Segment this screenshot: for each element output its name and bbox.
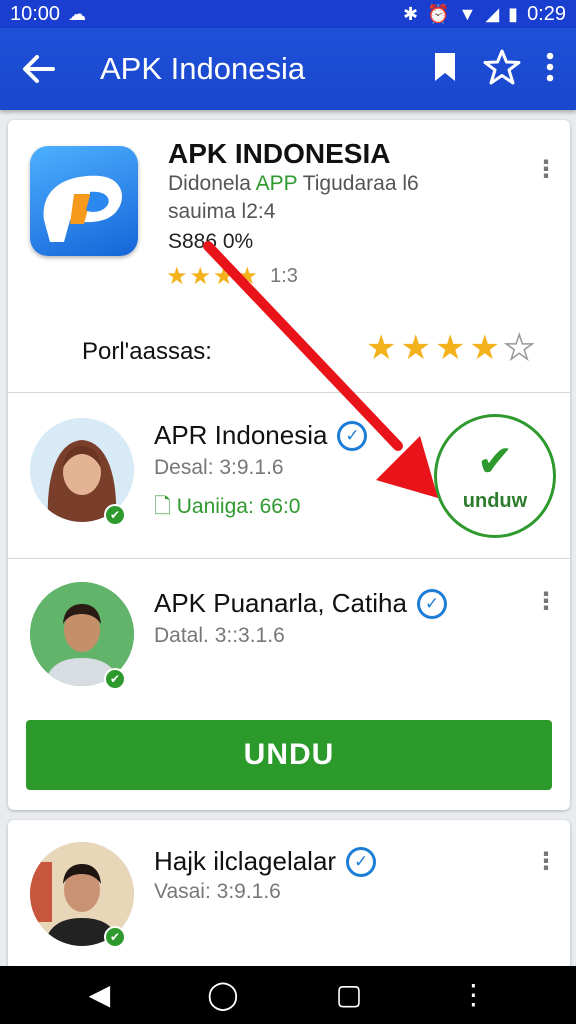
star-badge-icon[interactable] xyxy=(482,48,522,91)
star-icon: ★ xyxy=(236,263,259,290)
divider xyxy=(8,392,570,393)
verified-check-icon: ✓ xyxy=(416,588,447,619)
nav-more-icon[interactable]: ⋮ xyxy=(459,981,487,1009)
back-arrow-icon[interactable] xyxy=(0,54,76,84)
more-options-icon[interactable] xyxy=(546,52,554,87)
divider xyxy=(8,558,570,559)
star-icon[interactable]: ★ xyxy=(400,328,430,368)
app-list-card: ✔ Hajk ilclagelalar ✓ Vasai: 3:9.1.6 ⋮ xyxy=(8,820,570,970)
star-outline-icon[interactable]: ★ xyxy=(503,328,535,368)
bluetooth-icon: ✱ xyxy=(402,4,419,24)
battery-icon: ▮ xyxy=(508,4,519,24)
row-title: Hajk ilclagelalar ✓ xyxy=(154,846,377,877)
signal-icon: ◢ xyxy=(485,4,500,24)
star-icon: ★ xyxy=(166,263,188,290)
check-icon: ✔ xyxy=(476,436,514,486)
reviews-label: Porl'aassas: xyxy=(82,338,212,365)
nav-home-icon[interactable]: ◯ xyxy=(207,981,238,1009)
download-button[interactable]: UNDU xyxy=(26,720,552,790)
wifi-icon: ▼ xyxy=(458,4,477,24)
row-size: 🗋 Uaniiga: 66:0 xyxy=(154,495,301,518)
rating-count: 1:3 xyxy=(270,265,298,287)
row-meta: Desal: 3:9.1.6 xyxy=(154,456,284,479)
star-icon[interactable]: ★ xyxy=(469,328,499,368)
verified-badge-icon: ✔ xyxy=(104,926,126,948)
small-rating: ★ ★ ★ ★ 1:3 xyxy=(166,262,298,291)
verified-badge-icon: ✔ xyxy=(104,668,126,690)
status-time-right: 0:29 xyxy=(527,2,566,25)
row-menu-icon[interactable]: ⋮ xyxy=(534,590,558,614)
status-time-left: 10:00 xyxy=(10,2,61,25)
app-bar: APK Indonesia xyxy=(0,28,576,110)
card-menu-icon[interactable]: ⋮ xyxy=(534,158,558,182)
verified-check-icon: ✓ xyxy=(337,420,368,451)
app-name: APK INDONESIA xyxy=(168,138,391,169)
bookmark-icon[interactable] xyxy=(432,51,458,88)
star-icon[interactable]: ★ xyxy=(366,328,396,368)
system-nav-bar: ◀ ◯ ▢ ⋮ xyxy=(0,966,576,1024)
verified-check-icon: ✓ xyxy=(346,846,377,877)
row-title: APR Indonesia ✓ xyxy=(154,420,368,451)
notification-icon: ☁ xyxy=(68,4,87,24)
row-menu-icon[interactable]: ⋮ xyxy=(534,850,558,874)
page-title: APK Indonesia xyxy=(100,51,306,86)
verified-badge-icon: ✔ xyxy=(104,504,126,526)
star-icon[interactable]: ★ xyxy=(435,328,465,368)
app-price: S886 0% xyxy=(168,230,254,253)
big-rating[interactable]: ★ ★ ★ ★ ★ xyxy=(366,328,535,368)
star-icon: ★ xyxy=(213,263,235,290)
app-size: sauima l2:4 xyxy=(168,200,276,223)
app-subtitle: Didonela APP Tigudaraa l6 xyxy=(168,172,419,195)
download-ring-button[interactable]: ✔ unduw xyxy=(434,414,556,538)
status-bar: 10:00 ☁ ✱ ⏰ ▼ ◢ ▮ 0:29 xyxy=(0,0,576,28)
app-logo-icon[interactable] xyxy=(30,146,138,256)
nav-recents-icon[interactable]: ▢ xyxy=(336,981,362,1009)
alarm-icon: ⏰ xyxy=(427,4,450,24)
row-meta: Datal. 3::3.1.6 xyxy=(154,624,285,647)
row-meta: Vasai: 3:9.1.6 xyxy=(154,880,281,903)
nav-back-icon[interactable]: ◀ xyxy=(89,981,111,1009)
star-icon: ★ xyxy=(189,263,212,290)
row-title: APK Puanarla, Catiha ✓ xyxy=(154,588,447,619)
download-ring-label: unduw xyxy=(462,489,528,512)
app-detail-card: APK INDONESIA Didonela APP Tigudaraa l6 … xyxy=(8,120,570,810)
file-icon: 🗋 xyxy=(154,495,171,518)
